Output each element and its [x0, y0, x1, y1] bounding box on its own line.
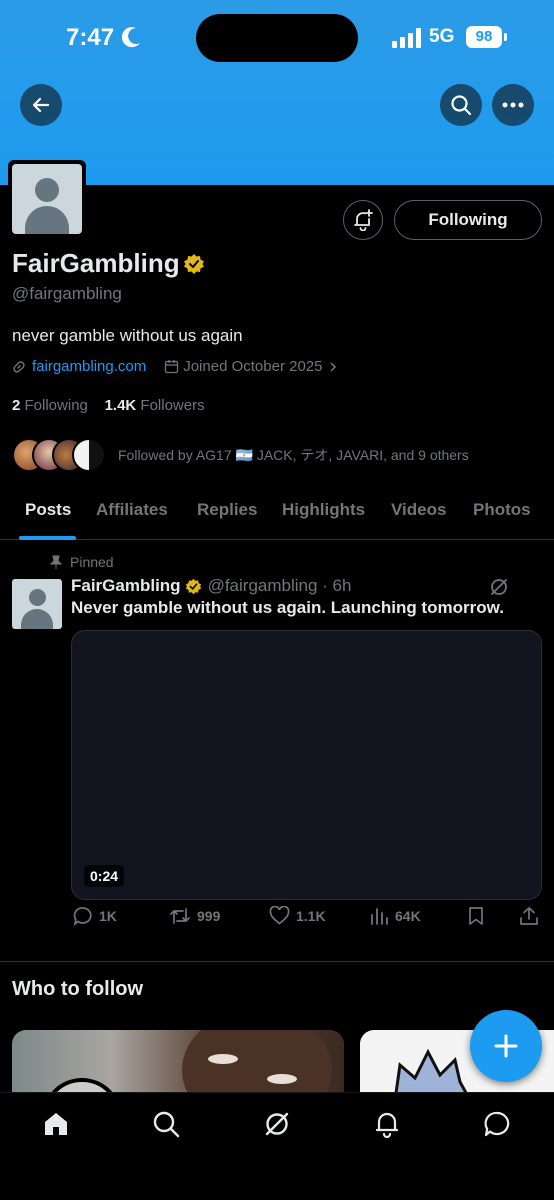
post-author-avatar[interactable] [12, 579, 62, 629]
moon-icon [122, 27, 140, 48]
reply-button[interactable]: 1K [73, 906, 117, 926]
battery-level: 98 [466, 26, 502, 48]
notifications-toggle-button[interactable] [343, 200, 383, 240]
section-divider [0, 961, 554, 962]
more-button[interactable] [492, 84, 534, 126]
nav-home[interactable] [41, 1109, 71, 1139]
views-count: 64K [395, 908, 421, 924]
profile-handle: @fairgambling [12, 284, 122, 303]
following-label: Following [24, 397, 88, 414]
suggestion-banner-image [182, 1030, 332, 1100]
like-button[interactable]: 1.1K [269, 906, 326, 925]
back-button[interactable] [20, 84, 62, 126]
nav-grok[interactable] [262, 1109, 292, 1139]
battery-tip [504, 33, 507, 41]
reply-icon [73, 907, 92, 926]
verified-badge-icon[interactable] [183, 253, 205, 275]
bottom-nav [0, 1092, 554, 1200]
chevron-right-icon [330, 361, 337, 372]
video-duration: 0:24 [84, 865, 125, 887]
profile-name: FairGambling [12, 248, 180, 278]
dynamic-island [196, 14, 358, 62]
following-count-link[interactable]: 2 Following [12, 397, 88, 414]
heart-icon [269, 906, 290, 925]
tab-highlights[interactable]: Highlights [282, 500, 365, 520]
share-button[interactable] [519, 906, 539, 926]
tab-photos[interactable]: Photos [473, 500, 531, 520]
verified-badge-icon [185, 578, 201, 594]
bookmark-icon [469, 907, 483, 925]
tab-affiliates[interactable]: Affiliates [96, 500, 168, 520]
follower-avatar [72, 438, 106, 472]
grok-icon [265, 1112, 289, 1136]
calendar-icon [165, 360, 179, 374]
plus-icon [494, 1034, 518, 1058]
arrow-left-icon [32, 97, 50, 113]
profile-bio: never gamble without us again [12, 326, 243, 345]
post-header: FairGambling @fairgambling · 6h [71, 576, 351, 596]
bookmark-button[interactable] [468, 906, 484, 926]
profile-tabs: Posts Affiliates Replies Highlights Vide… [0, 490, 554, 540]
pin-icon [50, 555, 62, 569]
pinned-label: Pinned [70, 554, 114, 570]
default-avatar-icon [12, 164, 82, 234]
views-chart-icon [371, 908, 388, 925]
like-count: 1.1K [296, 907, 326, 924]
reply-count: 1K [99, 908, 117, 924]
repost-button[interactable]: 999 [169, 906, 220, 926]
following-button[interactable]: Following [394, 200, 542, 240]
status-bar: 7:47 5G 98 [0, 14, 554, 62]
followed-by-text: Followed by AG17 🇦🇷 JACK, テオ, JAVARI, an… [118, 447, 469, 463]
website-link[interactable]: fairgambling.com [32, 358, 146, 375]
post-handle-time: @fairgambling · 6h [207, 576, 352, 595]
share-icon [520, 907, 538, 925]
joined-label: Joined October 2025 [183, 358, 323, 375]
chat-bubble-icon [484, 1111, 510, 1137]
repost-icon [170, 908, 190, 924]
post-author-name[interactable]: FairGambling [71, 576, 181, 596]
post-actions: 1K 999 1.1K 64K [71, 906, 542, 934]
search-icon [451, 95, 472, 116]
following-count: 2 [12, 397, 21, 414]
followers-count: 1.4K [104, 397, 137, 414]
who-to-follow-title: Who to follow [12, 978, 144, 1000]
follow-counts: 2 Following 1.4K Followers [12, 397, 205, 414]
post-text: Never gamble without us again. Launching… [71, 598, 504, 617]
views-button[interactable]: 64K [369, 906, 421, 926]
repost-count: 999 [197, 908, 221, 924]
search-icon [153, 1111, 180, 1138]
followed-by[interactable]: Followed by AG17 🇦🇷 JACK, テオ, JAVARI, an… [12, 437, 469, 473]
active-tab-indicator [19, 536, 76, 540]
grok-icon[interactable] [489, 577, 509, 597]
search-button[interactable] [440, 84, 482, 126]
tab-posts[interactable]: Posts [25, 500, 71, 520]
pinned-indicator: Pinned [50, 554, 114, 570]
status-time: 7:47 [66, 24, 115, 51]
joined-date[interactable]: Joined October 2025 [164, 358, 338, 375]
compose-button[interactable] [470, 1010, 542, 1082]
bell-plus-icon [354, 209, 373, 231]
suggestion-card[interactable] [12, 1030, 344, 1100]
more-dots-icon [502, 102, 524, 108]
link-icon [13, 360, 25, 372]
signal-icon [392, 28, 421, 48]
tab-videos[interactable]: Videos [391, 500, 446, 520]
network-type: 5G [429, 26, 455, 47]
profile-meta: fairgambling.com Joined October 2025 [12, 358, 338, 375]
nav-search[interactable] [151, 1109, 181, 1139]
followers-label: Followers [140, 397, 205, 414]
nav-notifications[interactable] [372, 1109, 402, 1139]
home-icon [45, 1113, 67, 1135]
profile-avatar[interactable] [8, 160, 86, 238]
post-video[interactable]: 0:24 [71, 630, 542, 900]
followers-count-link[interactable]: 1.4K Followers [105, 397, 205, 414]
nav-messages[interactable] [482, 1109, 512, 1139]
tab-replies[interactable]: Replies [197, 500, 257, 520]
bell-icon [375, 1112, 399, 1138]
